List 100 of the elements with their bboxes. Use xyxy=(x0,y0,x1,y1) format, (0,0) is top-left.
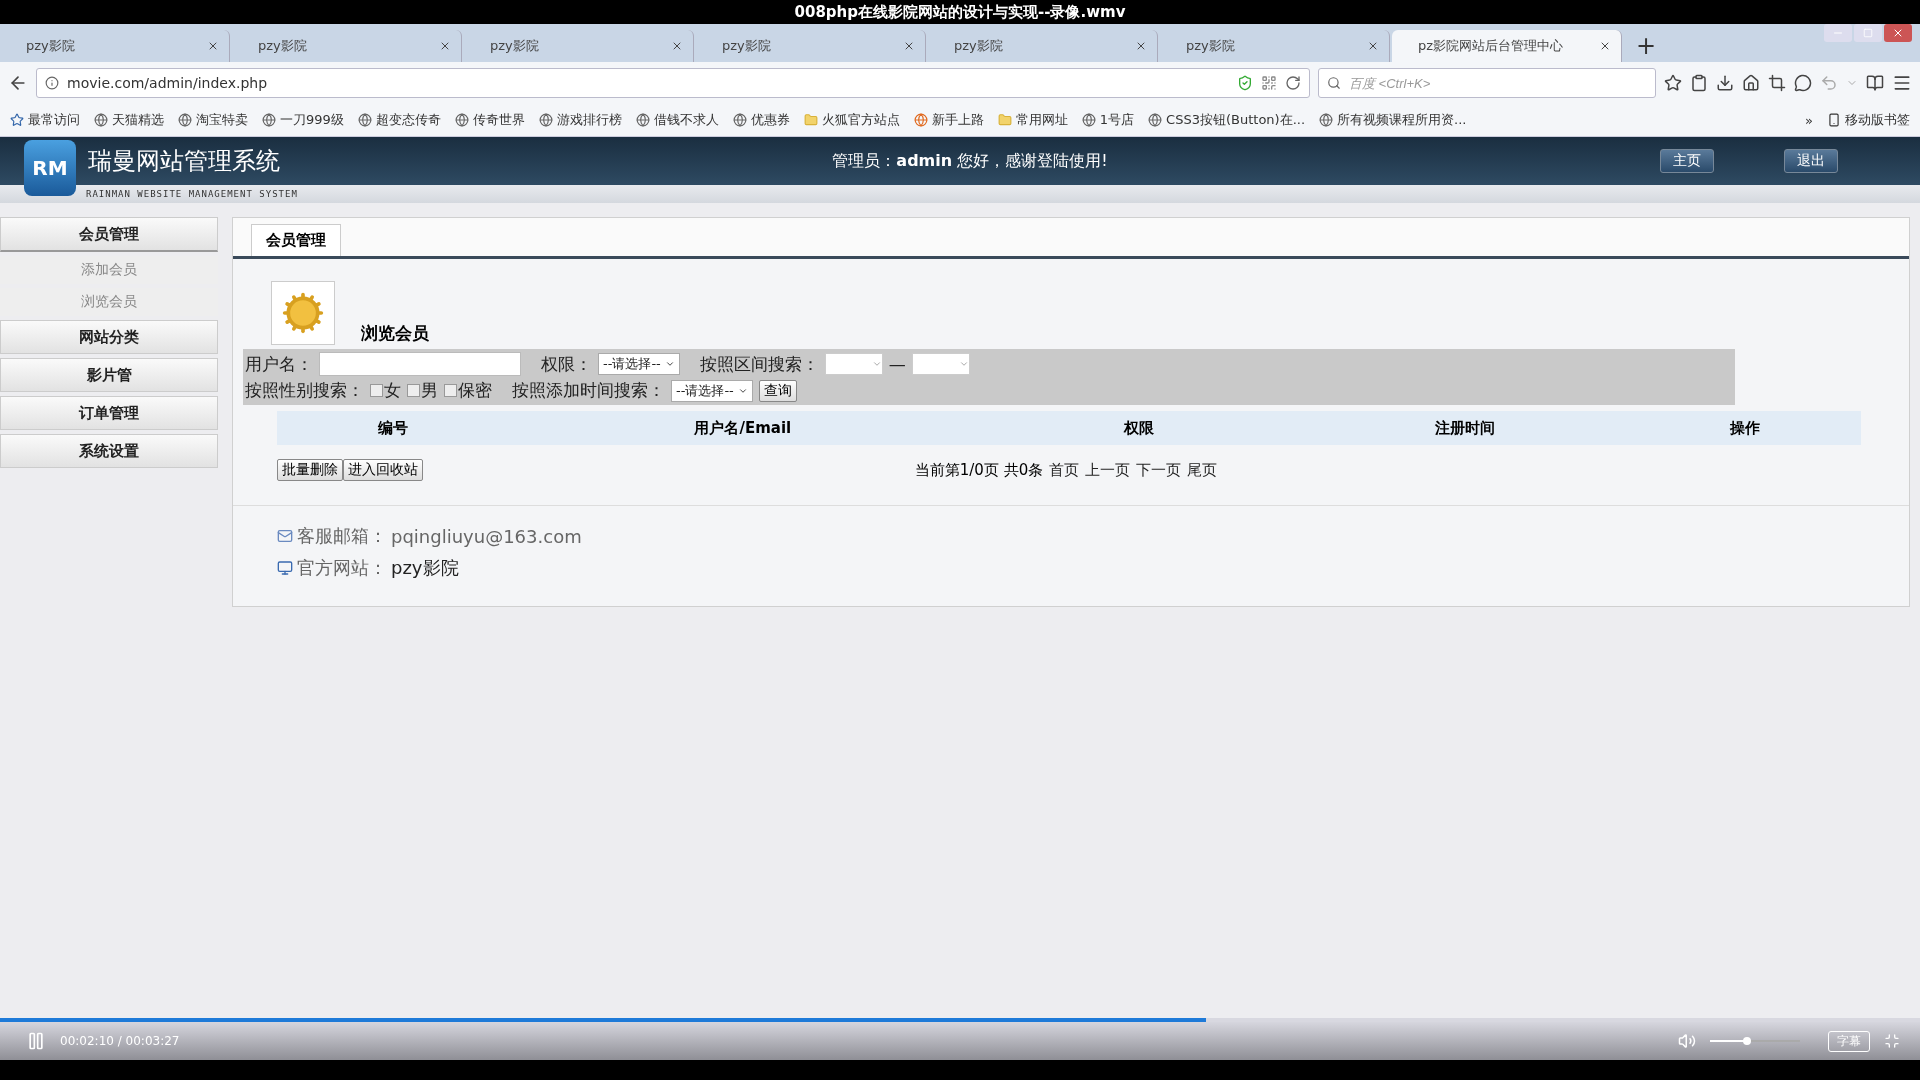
reader-icon[interactable] xyxy=(1866,74,1884,92)
clipboard-icon[interactable] xyxy=(1690,74,1708,92)
page-info: 当前第1/0页 共0条 xyxy=(914,460,1044,480)
role-select[interactable]: --请选择-- xyxy=(598,353,680,375)
gender-checkbox[interactable]: 女 xyxy=(370,379,401,402)
field-label: 用户名： xyxy=(245,352,313,376)
close-icon[interactable] xyxy=(1135,40,1147,52)
crop-icon[interactable] xyxy=(1768,74,1786,92)
caret-icon xyxy=(664,359,675,369)
globe-icon xyxy=(538,113,553,127)
info-icon xyxy=(45,76,59,90)
bookmark-link[interactable]: 1号店 xyxy=(1081,111,1135,129)
bookmark-link[interactable]: 一刀999级 xyxy=(262,111,344,129)
bookmark-link[interactable]: 常用网址 xyxy=(997,111,1068,129)
reload-icon[interactable] xyxy=(1285,75,1301,91)
close-icon[interactable] xyxy=(903,40,915,52)
page-link[interactable]: 首页 xyxy=(1049,460,1080,480)
bookmark-link[interactable]: 优惠券 xyxy=(732,111,790,129)
column-header: 权限 xyxy=(1122,418,1155,438)
search-box[interactable]: 百度 <Ctrl+K> xyxy=(1318,68,1656,98)
sidebar-item[interactable]: 会员管理 xyxy=(0,217,218,252)
gear-icon xyxy=(271,281,335,345)
monitor-icon xyxy=(277,560,293,576)
video-title: 008php在线影院网站的设计与实现--录像.wmv xyxy=(794,2,1126,22)
gender-checkbox[interactable]: 男 xyxy=(407,379,438,402)
video-progress-track[interactable] xyxy=(0,1018,1920,1022)
globe-icon xyxy=(1148,113,1163,127)
header-button[interactable]: 主页 xyxy=(1660,149,1714,173)
folder-icon xyxy=(803,113,818,127)
logo: RM xyxy=(24,140,76,196)
sidebar-item[interactable]: 网站分类 xyxy=(0,320,218,354)
shield-icon[interactable] xyxy=(1237,75,1253,91)
more-bookmarks-button[interactable]: » xyxy=(1805,112,1813,128)
close-icon[interactable] xyxy=(439,40,451,52)
close-window-button[interactable] xyxy=(1884,24,1912,42)
phone-icon xyxy=(1827,113,1841,127)
home-icon[interactable] xyxy=(1742,74,1760,92)
menu-icon[interactable] xyxy=(1892,73,1912,93)
globe-icon xyxy=(1081,113,1096,127)
qr-code-icon[interactable] xyxy=(1261,75,1277,91)
header-button[interactable]: 退出 xyxy=(1784,149,1838,173)
action-button[interactable]: 进入回收站 xyxy=(343,459,423,481)
globe-icon xyxy=(1319,113,1334,127)
time-select[interactable]: --请选择-- xyxy=(671,379,753,402)
page-link[interactable]: 下一页 xyxy=(1136,460,1182,480)
greeting-text: 管理员：admin 您好，感谢登陆使用! xyxy=(832,150,1108,172)
bookmark-link[interactable]: 新手上路 xyxy=(913,111,984,129)
close-icon[interactable] xyxy=(1599,40,1611,52)
range-end-field[interactable] xyxy=(911,353,970,375)
column-header: 操作 xyxy=(1728,418,1761,438)
action-button[interactable]: 批量删除 xyxy=(277,459,343,481)
chat-icon[interactable] xyxy=(1794,74,1812,92)
bookmark-link[interactable]: 所有视频课程所用资... xyxy=(1319,111,1467,129)
bookmark-link[interactable]: 火狐官方站点 xyxy=(803,111,900,129)
bookmark-link[interactable]: 淘宝特卖 xyxy=(178,111,248,129)
bookmark-link[interactable]: 借钱不求人 xyxy=(635,111,719,129)
page-link[interactable]: 上一页 xyxy=(1085,460,1131,480)
close-icon xyxy=(1892,27,1904,39)
sidebar-item[interactable]: 影片管 xyxy=(0,358,218,392)
footer-label: 客服邮箱： xyxy=(297,524,387,548)
site-subtitle: RAINMAN WEBSITE MANAGEMENT SYSTEM xyxy=(86,189,298,199)
globe-icon xyxy=(178,113,192,127)
field-label: 按照添加时间搜索： xyxy=(512,379,665,402)
gender-checkbox[interactable]: 保密 xyxy=(444,379,492,402)
query-button[interactable]: 查询 xyxy=(758,379,797,402)
address-bar[interactable]: movie.com/admin/index.php xyxy=(36,68,1310,98)
browser-tab[interactable]: pz影院网站后台管理中心 xyxy=(1392,30,1622,62)
bookmark-link[interactable]: 天猫精选 xyxy=(94,111,164,129)
close-icon[interactable] xyxy=(207,40,219,52)
globe-icon xyxy=(913,113,928,127)
close-icon[interactable] xyxy=(1367,40,1379,52)
bookmark-link[interactable]: 游戏排行榜 xyxy=(538,111,622,129)
column-header: 用户名/Email xyxy=(693,418,793,438)
sidebar-item[interactable]: 订单管理 xyxy=(0,396,218,430)
panel-tab[interactable]: 会员管理 xyxy=(251,224,341,256)
new-tab-button[interactable]: + xyxy=(1624,30,1669,62)
download-icon[interactable] xyxy=(1716,74,1734,92)
column-header: 编号 xyxy=(377,418,410,438)
username-field[interactable] xyxy=(319,352,521,376)
globe-icon xyxy=(357,113,372,127)
sidebar-item[interactable]: 系统设置 xyxy=(0,434,218,468)
close-icon[interactable] xyxy=(671,40,683,52)
globe-icon xyxy=(732,113,747,127)
bookmark-link[interactable]: 超变态传奇 xyxy=(357,111,441,129)
globe-icon xyxy=(635,113,650,127)
range-start-field[interactable] xyxy=(824,353,883,375)
spinner-icon xyxy=(871,359,882,369)
playback-time: 00:02:10 / 00:03:27 xyxy=(60,1034,180,1048)
search-icon xyxy=(1327,76,1341,90)
bookmark-link[interactable]: 最常访问 xyxy=(10,111,80,129)
page-link[interactable]: 尾页 xyxy=(1187,460,1218,480)
bookmark-link[interactable]: 传奇世界 xyxy=(454,111,525,129)
maximize-icon xyxy=(1863,28,1873,38)
globe-icon xyxy=(262,113,276,127)
pause-icon[interactable] xyxy=(26,1031,46,1051)
field-label: 权限： xyxy=(541,352,592,376)
bookmark-link[interactable]: CSS3按钮(Button)在... xyxy=(1148,111,1306,129)
footer-value: pqingliuyu@163.com xyxy=(391,525,582,547)
star-icon[interactable] xyxy=(1664,74,1682,92)
bookmark-link[interactable]: 移动版书签 xyxy=(1827,111,1910,129)
